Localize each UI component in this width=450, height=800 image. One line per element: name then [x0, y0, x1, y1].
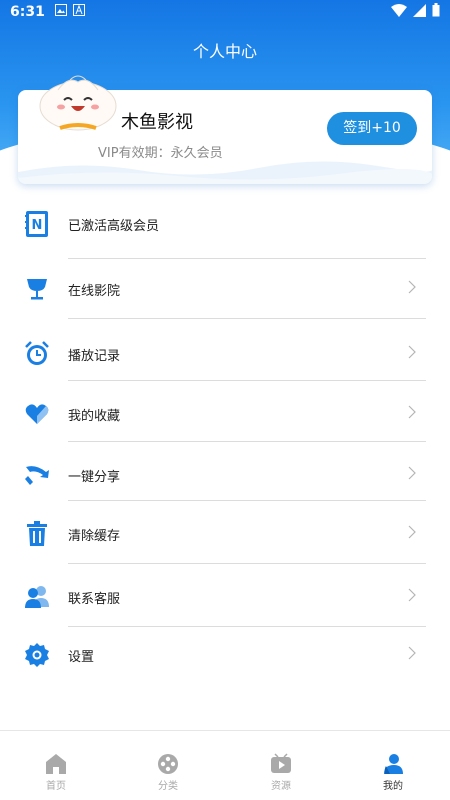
menu-item-label: 清除缓存	[68, 528, 121, 544]
divider	[68, 563, 426, 564]
nav-label: 首页	[46, 781, 66, 792]
divider	[68, 380, 426, 381]
wave-decoration	[18, 161, 432, 184]
category-icon	[157, 753, 179, 775]
menu-item-settings[interactable]: 设置	[0, 635, 450, 675]
menu-item-clear-cache[interactable]: 清除缓存	[0, 514, 450, 554]
svg-text:N: N	[32, 218, 43, 233]
vip-status-text: VIP有效期：永久会员	[98, 146, 223, 161]
username: 木鱼影视	[121, 112, 193, 133]
gallery-icon	[54, 4, 67, 20]
chevron-right-icon	[408, 646, 416, 664]
nav-label: 分类	[158, 781, 178, 792]
gear-icon	[24, 642, 50, 668]
chevron-right-icon	[408, 405, 416, 423]
menu-item-online-cinema[interactable]: 在线影院	[0, 269, 450, 309]
wifi-icon	[391, 3, 407, 21]
home-icon	[45, 753, 67, 775]
share-icon	[24, 462, 50, 488]
battery-icon	[432, 3, 440, 21]
member-icon: N	[24, 211, 50, 237]
signin-button[interactable]: 签到+10	[327, 112, 417, 145]
contacts-icon	[24, 584, 50, 610]
chevron-right-icon	[408, 466, 416, 484]
status-time: 6:31	[10, 4, 45, 20]
trash-icon	[24, 521, 50, 547]
menu-item-label: 播放记录	[68, 348, 121, 364]
divider	[68, 626, 426, 627]
menu-item-favorites[interactable]: 我的收藏	[0, 394, 450, 434]
menu-item-contact-service[interactable]: 联系客服	[0, 577, 450, 617]
menu-item-label: 设置	[68, 649, 95, 665]
font-icon	[72, 4, 85, 20]
menu-item-share[interactable]: 一键分享	[0, 455, 450, 495]
alarm-clock-icon	[24, 341, 50, 367]
profile-icon	[382, 753, 404, 775]
nav-label: 资源	[271, 781, 291, 792]
nav-label: 我的	[383, 781, 403, 792]
chevron-right-icon	[408, 525, 416, 543]
menu-item-label: 联系客服	[68, 591, 121, 607]
divider	[68, 500, 426, 501]
menu-item-label: 一键分享	[68, 469, 121, 485]
heart-icon	[24, 401, 50, 427]
nav-item-home[interactable]: 首页	[0, 731, 112, 800]
menu-item-label: 已激活高级会员	[68, 218, 160, 234]
trophy-cup-icon	[24, 276, 50, 302]
page-title: 个人中心	[192, 42, 257, 61]
menu-item-label: 在线影院	[68, 283, 121, 299]
nav-item-mine[interactable]: 我的	[337, 731, 449, 800]
divider	[68, 318, 426, 319]
chevron-right-icon	[408, 280, 416, 298]
nav-item-resources[interactable]: 资源	[225, 731, 337, 800]
menu-item-label: 我的收藏	[68, 408, 121, 424]
divider	[68, 258, 426, 259]
status-bar: 6:31	[0, 0, 450, 24]
nav-item-category[interactable]: 分类	[112, 731, 224, 800]
chevron-right-icon	[408, 345, 416, 363]
play-icon	[270, 753, 292, 775]
signal-icon	[413, 3, 426, 21]
menu-item-history[interactable]: 播放记录	[0, 334, 450, 374]
avatar[interactable]	[38, 74, 118, 132]
bottom-nav: 首页 分类 资源 我的	[0, 730, 450, 800]
chevron-right-icon	[408, 588, 416, 606]
divider	[68, 441, 426, 442]
menu-item-member[interactable]: N 已激活高级会员	[0, 204, 450, 244]
